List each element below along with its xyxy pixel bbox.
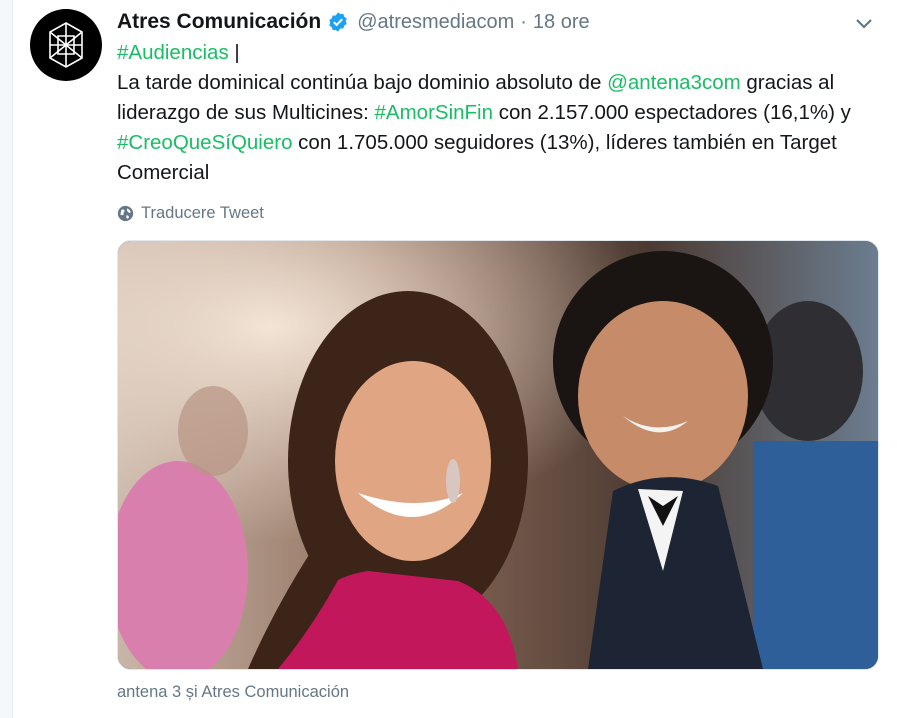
- tweet-text-segment: |: [228, 41, 240, 64]
- hashtag-amorsinfin[interactable]: #AmorSinFin: [375, 101, 494, 124]
- media-tags[interactable]: antena 3 și Atres Comunicación: [117, 680, 349, 704]
- display-name[interactable]: Atres Comunicación: [117, 10, 321, 34]
- tweet-timestamp[interactable]: 18 ore: [533, 11, 590, 34]
- timeline-left-border: [0, 0, 13, 718]
- mention-antena3com[interactable]: @antena3com: [607, 71, 741, 94]
- translate-label: Traducere Tweet: [141, 203, 264, 222]
- tweet-header: Atres Comunicación @atresmediacom · 18 o…: [117, 8, 590, 36]
- tweet-media-photo[interactable]: [117, 240, 879, 670]
- tweet-text-segment: con 1.705.000 seguidores (13%), líderes …: [292, 131, 837, 154]
- verified-badge-icon: [327, 11, 349, 33]
- avatar[interactable]: [30, 9, 102, 81]
- tweet-text-segment: con 2.157.000 espectadores (16,1%) y: [493, 101, 851, 124]
- hashtag-audiencias[interactable]: #Audiencias: [117, 41, 229, 64]
- hashtag-creoquesiquiero[interactable]: #CreoQueSíQuiero: [117, 131, 292, 154]
- tweet-text-segment: liderazgo de sus Multicines:: [117, 101, 375, 124]
- atresmedia-logo-icon: [49, 22, 83, 68]
- media-image: [118, 241, 878, 669]
- globe-icon: [117, 205, 134, 222]
- tweet-text-segment: La tarde dominical continúa bajo dominio…: [117, 71, 608, 94]
- tweet-text-segment: Comercial: [117, 161, 210, 184]
- translate-tweet-link[interactable]: Traducere Tweet: [117, 201, 264, 225]
- chevron-down-icon[interactable]: [852, 12, 876, 36]
- tweet-text: #Audiencias | La tarde dominical continú…: [117, 38, 877, 188]
- separator-dot: ·: [520, 10, 527, 33]
- tweet-text-segment: gracias al: [740, 71, 835, 94]
- user-handle[interactable]: @atresmediacom: [357, 11, 514, 34]
